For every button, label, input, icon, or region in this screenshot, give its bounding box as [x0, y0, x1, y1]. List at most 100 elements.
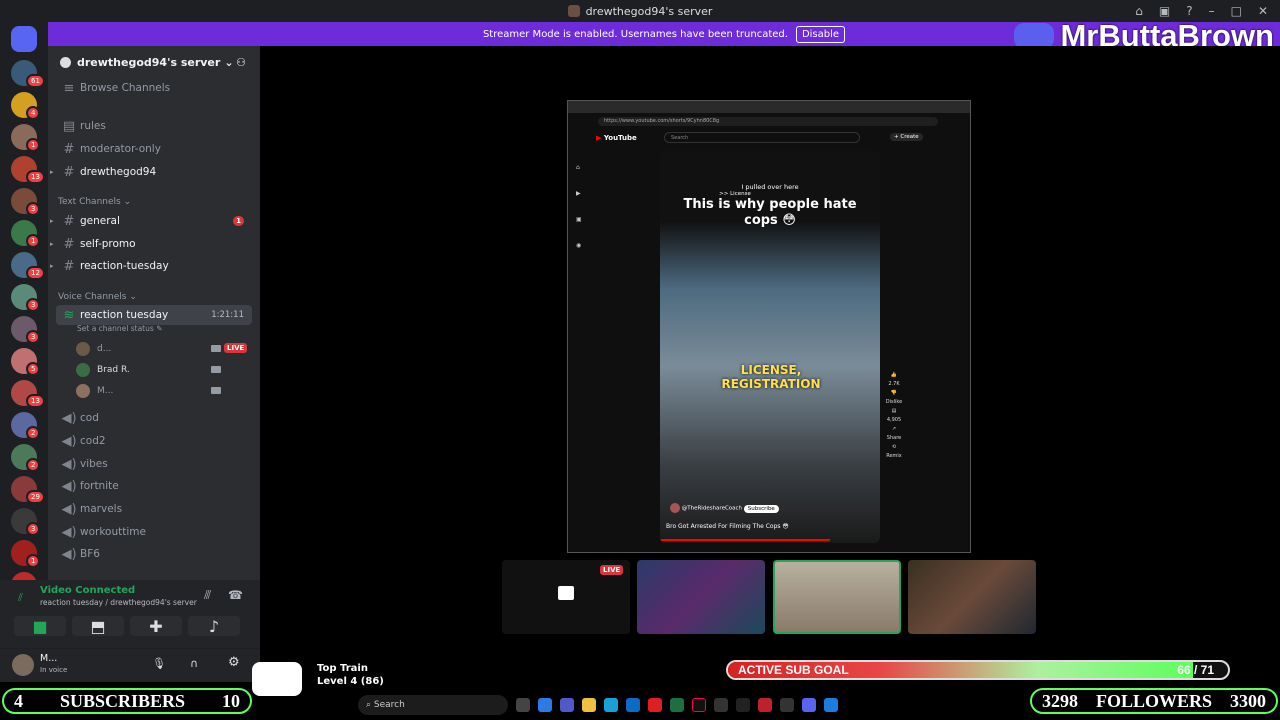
channel-label: fortnite — [80, 480, 119, 492]
camera-icon — [211, 345, 221, 352]
hash-icon: # — [63, 213, 75, 229]
channel-label: moderator-only — [80, 143, 161, 155]
video-caption-main: This is why people hate cops 😳 — [683, 197, 857, 228]
invite-icon[interactable]: ⚇ — [236, 56, 246, 69]
camera-icon — [211, 387, 221, 394]
list-icon: ≡ — [63, 80, 75, 96]
youtube-icon[interactable] — [648, 698, 662, 712]
participant-tile-4[interactable] — [908, 560, 1036, 634]
speaker-icon: ◀) — [61, 501, 77, 517]
channel-reaction-tuesday[interactable]: ▸ # reaction-tuesday — [50, 256, 252, 276]
sub-goal-bar: ACTIVE SUB GOAL 66 / 71 — [726, 660, 1230, 680]
disconnect-icon[interactable]: ☎ — [228, 588, 243, 602]
followers-label: FOLLOWERS — [1095, 690, 1213, 711]
maximize-button[interactable]: □ — [1231, 4, 1242, 18]
channel-moderator-only[interactable]: # moderator-only — [56, 139, 252, 159]
voice-channel-fortnite[interactable]: ◀) fortnite — [56, 476, 252, 496]
edge-icon[interactable] — [604, 698, 618, 712]
excel-icon[interactable] — [670, 698, 684, 712]
voice-channel-workouttime[interactable]: ◀) workouttime — [56, 522, 252, 542]
close-button[interactable]: ✕ — [1258, 4, 1268, 18]
channel-status[interactable]: Set a channel status ✎ — [77, 324, 162, 333]
help-icon[interactable]: ? — [1186, 4, 1192, 18]
mention-badge: 13 — [26, 170, 45, 184]
channel-label: marvels — [80, 503, 123, 515]
voice-channel-reaction-tuesday[interactable]: ≋ reaction tuesday 1:21:11 — [56, 305, 252, 325]
voice-channel-bf6[interactable]: ◀) BF6 — [56, 544, 252, 564]
screenshare-button[interactable]: ⬒ — [72, 616, 124, 636]
disable-button[interactable]: Disable — [795, 25, 846, 43]
teams-icon[interactable] — [560, 698, 574, 712]
banner-text: Streamer Mode is enabled. Usernames have… — [482, 28, 788, 40]
minimize-button[interactable]: – — [1209, 4, 1215, 18]
taskbar-search[interactable]: ⌕ Search — [358, 695, 508, 715]
video-caption-small: I pulled over here — [741, 183, 799, 191]
voice-user-2[interactable]: Brad R. — [76, 363, 130, 377]
voice-channel-cod[interactable]: ◀) cod — [56, 408, 252, 428]
train-title: Top Train — [317, 663, 368, 674]
mention-badge: 29 — [26, 490, 45, 504]
app-icon-2[interactable] — [736, 698, 750, 712]
capcut-icon[interactable] — [780, 698, 794, 712]
voice-user-1[interactable]: d... — [76, 342, 111, 356]
yt-sidebar: ⌂ ▶ ▣ ◉ — [576, 164, 582, 249]
sub-goal-label: ACTIVE SUB GOAL — [738, 663, 849, 677]
participant-tile-3[interactable] — [773, 560, 901, 634]
app-icon-1[interactable] — [714, 698, 728, 712]
search-label: Search — [373, 700, 405, 710]
noise-suppression-icon[interactable]: ⫻ — [204, 588, 211, 603]
copilot-icon[interactable] — [538, 698, 552, 712]
voice-channel-marvels[interactable]: ◀) marvels — [56, 499, 252, 519]
app-icon-4[interactable] — [824, 698, 838, 712]
voice-location[interactable]: reaction tuesday / drewthegod94's server — [40, 598, 197, 607]
monitor-icon[interactable]: ▣ — [1159, 4, 1170, 18]
channel-label: workouttime — [80, 526, 146, 538]
server-header[interactable]: drewthegod94's server ⌄ ⚇ — [48, 46, 260, 78]
collapse-arrow-icon: ▸ — [50, 240, 54, 248]
browse-channels[interactable]: ≡ Browse Channels — [56, 78, 252, 98]
avatar — [76, 363, 90, 377]
short-video: I pulled over here >> License This is wh… — [660, 151, 880, 543]
category-label: Text Channels — [58, 197, 121, 207]
hash-icon: # — [63, 258, 75, 274]
activities-button[interactable]: ✚ — [130, 616, 182, 636]
channel-label: vibes — [80, 458, 108, 470]
tiktok-icon[interactable] — [692, 698, 706, 712]
voice-channel-cod2[interactable]: ◀) cod2 — [56, 431, 252, 451]
server-list: 614113311233513222931NEW — [0, 22, 48, 600]
file-explorer-icon[interactable] — [582, 698, 596, 712]
voice-category[interactable]: Voice Channels ⌄ — [58, 292, 137, 302]
task-view-icon[interactable] — [516, 698, 530, 712]
participant-tile-1[interactable]: LIVE — [502, 560, 630, 634]
video-overlay-text: LICENSE, REGISTRATION — [721, 363, 821, 391]
address-bar: https://www.youtube.com/shorts/9Cyhn80C8… — [598, 117, 938, 126]
channel-sidebar: drewthegod94's server ⌄ ⚇ ≡ Browse Channe… — [48, 46, 260, 582]
inbox-icon[interactable]: ⌂ — [1135, 4, 1143, 18]
app-icon-3[interactable] — [758, 698, 772, 712]
channel-label: @TheRideshareCoach — [681, 505, 743, 512]
subscribe-button: Subscribe — [743, 504, 779, 513]
voice-user-3[interactable]: M... — [76, 384, 113, 398]
speaker-icon: ◀) — [61, 478, 77, 494]
server-name: drewthegod94's server — [77, 55, 221, 69]
camera-button[interactable]: ■ — [14, 616, 66, 636]
soundboard-button[interactable]: ♪ — [188, 616, 240, 636]
video-progress — [660, 539, 830, 541]
channel-general[interactable]: ▸ # general 1 — [50, 211, 252, 231]
user-label: d... — [97, 344, 112, 354]
text-category[interactable]: Text Channels ⌄ — [58, 197, 131, 207]
mention-badge: 4 — [26, 106, 41, 120]
store-icon[interactable] — [626, 698, 640, 712]
channel-label: self-promo — [80, 238, 136, 250]
channel-rules[interactable]: ▤ rules — [56, 116, 252, 136]
discord-icon[interactable] — [802, 698, 816, 712]
channel-self-promo[interactable]: ▸ # self-promo — [50, 234, 252, 254]
dislike-label: Dislike — [885, 399, 903, 405]
home-button[interactable] — [11, 26, 37, 52]
youtube-play-icon: ▶ — [596, 134, 602, 142]
voice-channel-vibes[interactable]: ◀) vibes — [56, 454, 252, 474]
participant-tile-2[interactable] — [637, 560, 765, 634]
screen-share-stream[interactable]: https://www.youtube.com/shorts/9Cyhn80C8… — [567, 100, 971, 553]
mention-badge: 2 — [26, 458, 41, 472]
channel-drewthegod94[interactable]: ▸ # drewthegod94 — [50, 162, 252, 182]
